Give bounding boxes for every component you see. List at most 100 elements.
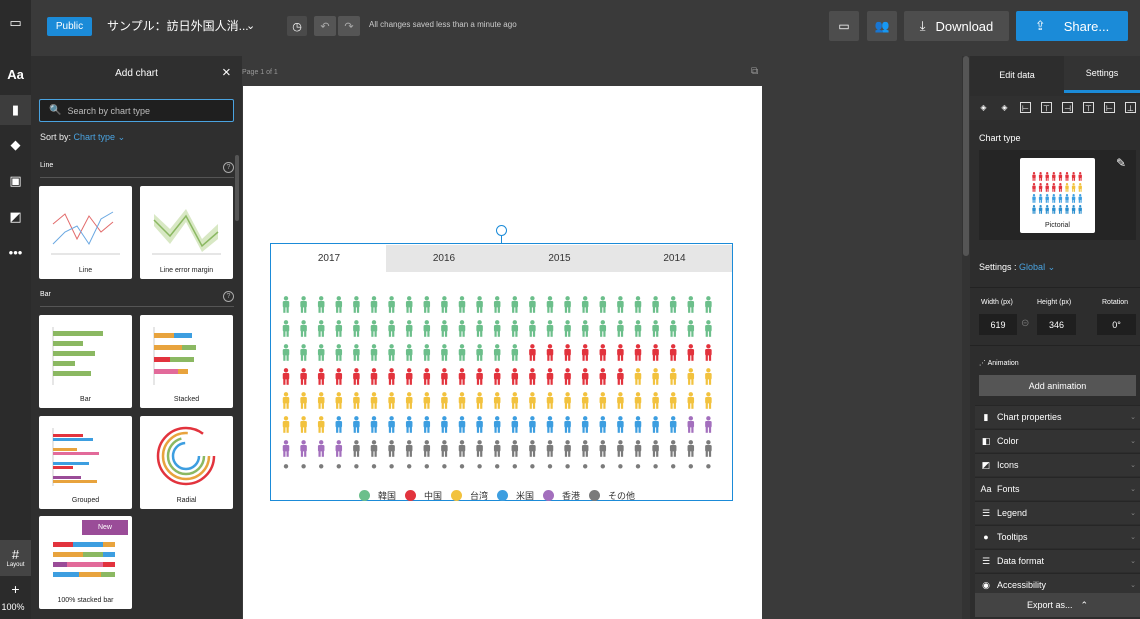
chart-type-100-stacked[interactable]: New 100% stacked bar [39, 516, 132, 609]
person-icon [529, 416, 536, 433]
preview-person-icon [1045, 172, 1049, 181]
panel-scrollbar[interactable] [235, 155, 239, 221]
section-fonts[interactable]: Aa Fonts ⌄ [975, 477, 1140, 500]
align-bottom-icon[interactable]: ⊥ [1125, 102, 1136, 113]
person-icon [388, 440, 395, 457]
align-right-icon[interactable]: ⊣ [1062, 102, 1073, 113]
help-icon[interactable]: ? [223, 162, 234, 173]
canvas-scrollbar-thumb[interactable] [963, 56, 969, 256]
person-icon [581, 440, 589, 457]
person-icon [599, 416, 607, 433]
add-animation-button[interactable]: Add animation [979, 375, 1136, 396]
year-tab-2017[interactable]: 2017 [272, 245, 386, 272]
preview-button[interactable]: ▭ [829, 11, 859, 41]
person-icon [476, 392, 483, 409]
download-label: Download [935, 18, 994, 34]
chart-type-label: Radial [176, 497, 197, 504]
search-input[interactable] [67, 105, 228, 116]
export-button[interactable]: Export as... ⌃ [975, 593, 1140, 617]
zoom-level[interactable]: 100% [0, 602, 26, 612]
download-button[interactable]: ⤓ Download [904, 11, 1009, 41]
chevron-down-icon[interactable]: ⌄ [246, 17, 255, 35]
section-color[interactable]: ◧ Color ⌄ [975, 429, 1140, 452]
rotation-input[interactable]: 0° [1097, 314, 1136, 335]
close-icon[interactable]: × [222, 64, 231, 81]
person-icon [529, 368, 536, 385]
legend-item[interactable]: その他 [589, 489, 635, 502]
tab-edit-data[interactable]: Edit data [970, 56, 1064, 93]
rotate-handle[interactable] [496, 225, 507, 236]
layout-button[interactable]: # Layout [0, 540, 31, 576]
person-icon [546, 320, 554, 337]
year-tab-2015[interactable]: 2015 [502, 245, 617, 272]
person-icon [405, 368, 413, 385]
chart-search-field[interactable]: 🔍 [39, 99, 234, 122]
section-data-format[interactable]: ☰ Data format ⌄ [975, 549, 1140, 572]
help-icon[interactable]: ? [223, 291, 234, 302]
width-input[interactable]: 619 [979, 314, 1017, 335]
chart-type-stacked[interactable]: Stacked [140, 315, 233, 408]
person-icon [317, 392, 325, 409]
align-center-icon[interactable]: ⊤ [1041, 102, 1052, 113]
download-icon: ⤓ [919, 18, 926, 33]
redo-button[interactable]: ↷ [338, 16, 360, 36]
public-button[interactable]: Public [47, 17, 92, 36]
person-icon [687, 320, 695, 337]
person-icon [423, 368, 431, 385]
link-ratio-icon[interactable]: ⊝ [1021, 318, 1029, 329]
chart-type-bar[interactable]: Bar [39, 315, 132, 408]
elements-tool-icon[interactable]: ◩ [0, 202, 31, 232]
animation-icon: ⋰ [979, 360, 986, 367]
person-icon [300, 392, 307, 409]
gallery-icon[interactable]: ▭ [0, 8, 31, 38]
map-tool-icon[interactable]: ◆ [0, 130, 31, 160]
person-icon [370, 416, 378, 433]
undo-button[interactable]: ↶ [314, 16, 336, 36]
chart-type-line[interactable]: Line [39, 186, 132, 279]
legend-item[interactable]: 香港 [543, 489, 580, 502]
chart-type-grouped[interactable]: Grouped [39, 416, 132, 509]
year-tab-2014[interactable]: 2014 [617, 245, 732, 272]
section-legend[interactable]: ☰ Legend ⌄ [975, 501, 1140, 524]
more-icon[interactable]: ••• [0, 237, 31, 267]
edit-chart-type-icon[interactable]: ✎ [1116, 156, 1126, 170]
send-backward-icon[interactable]: ◈ [999, 102, 1010, 113]
legend-item[interactable]: 中国 [405, 489, 442, 502]
section-chart-properties[interactable]: ▮ Chart properties ⌄ [975, 405, 1140, 428]
year-tab-2016[interactable]: 2016 [386, 245, 502, 272]
collaborate-button[interactable]: 👥 [867, 11, 897, 41]
pictorial-chart[interactable]: 2017 2016 2015 2014 韓国 中国 台湾 米国 香港 その他 [270, 243, 733, 501]
align-top-icon[interactable]: ⊤ [1083, 102, 1094, 113]
person-icon [353, 320, 360, 337]
section-tooltips[interactable]: ● Tooltips ⌄ [975, 525, 1140, 548]
section-label: Data format [997, 556, 1045, 566]
settings-scope-dropdown[interactable]: Global ⌄ [1019, 262, 1055, 272]
image-tool-icon[interactable]: ▣ [0, 166, 31, 196]
divider [970, 287, 1140, 288]
history-button[interactable]: ◷ [287, 16, 307, 36]
section-icons[interactable]: ◩ Icons ⌄ [975, 453, 1140, 476]
legend-item[interactable]: 台湾 [451, 489, 488, 502]
legend-item[interactable]: 米国 [497, 489, 534, 502]
zoom-in-icon[interactable]: + [0, 581, 31, 597]
tab-settings[interactable]: Settings [1064, 56, 1140, 93]
project-title[interactable]: サンプル：訪日外国人消... [107, 17, 249, 35]
sort-dropdown[interactable]: Chart type ⌄ [74, 132, 126, 142]
person-icon [582, 464, 588, 469]
chart-type-label: Line error margin [159, 267, 214, 274]
chart-type-line-error[interactable]: Line error margin [140, 186, 233, 279]
chart-tool-icon[interactable]: ▮ [0, 95, 31, 125]
current-chart-type[interactable]: Pictorial [1020, 158, 1095, 233]
align-middle-icon[interactable]: ⊢ [1104, 102, 1115, 113]
bring-forward-icon[interactable]: ◈ [978, 102, 989, 113]
chart-type-radial[interactable]: Radial [140, 416, 233, 509]
share-button[interactable]: ⇪ Share... [1016, 11, 1128, 41]
text-tool-icon[interactable]: Aa [0, 59, 31, 89]
legend-item[interactable]: 韓国 [359, 489, 396, 502]
duplicate-page-icon[interactable]: ⧉ [751, 66, 758, 77]
align-left-icon[interactable]: ⊢ [1020, 102, 1031, 113]
height-input[interactable]: 346 [1037, 314, 1076, 335]
preview-person-icon [1065, 205, 1069, 214]
person-icon [617, 296, 624, 313]
section-title: Line [40, 162, 54, 169]
